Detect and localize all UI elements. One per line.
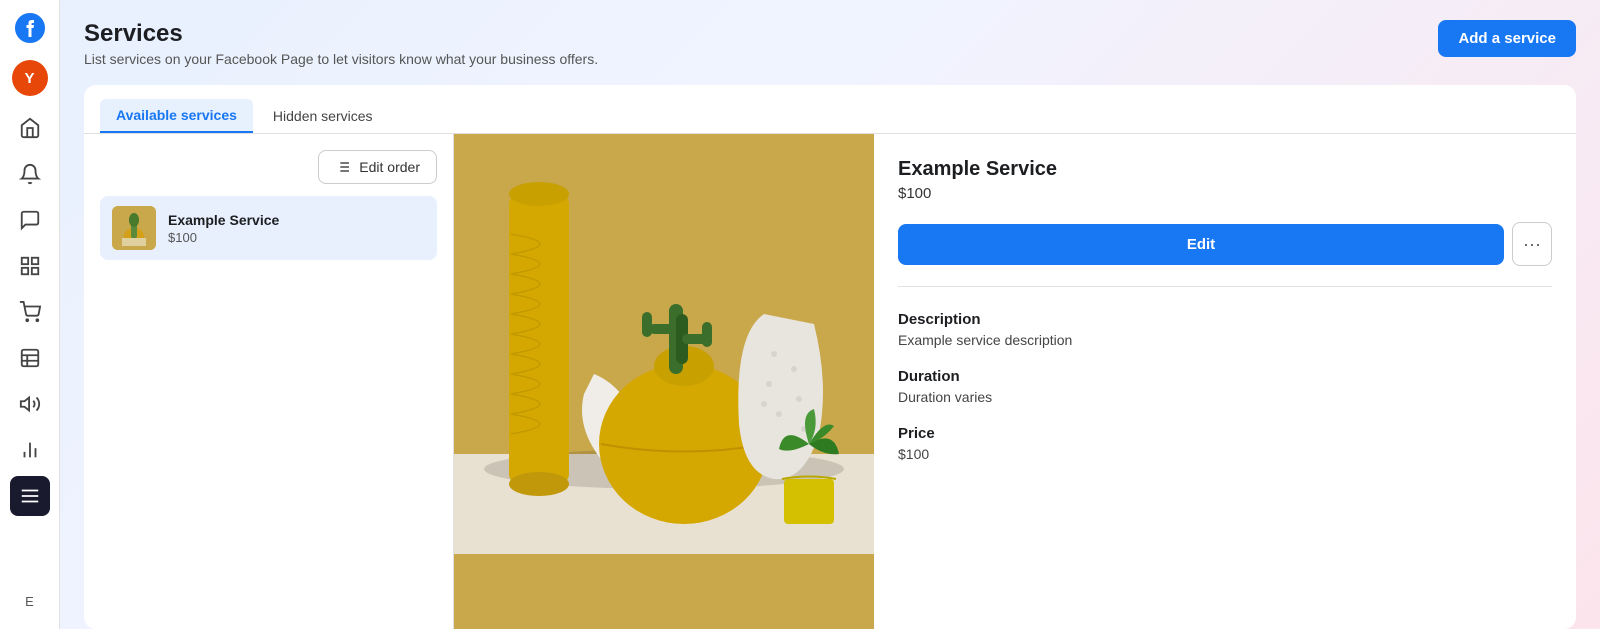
service-list-item[interactable]: Example Service $100 <box>100 196 437 260</box>
main-content: Services List services on your Facebook … <box>60 0 1600 629</box>
service-detail-price: $100 <box>898 185 1552 202</box>
action-row: Edit ··· <box>898 222 1552 287</box>
service-photo <box>454 134 874 554</box>
sidebar-item-notifications[interactable] <box>10 154 50 194</box>
service-detail-panel: Example Service $100 Edit ··· Descriptio… <box>454 134 1576 629</box>
service-thumbnail <box>112 206 156 250</box>
sidebar-item-menu[interactable] <box>10 476 50 516</box>
service-item-name: Example Service <box>168 212 425 228</box>
sidebar-bottom-initial: E <box>25 594 34 619</box>
services-panel: Available services Hidden services Edit … <box>84 85 1576 629</box>
tabs-bar: Available services Hidden services <box>84 85 1576 134</box>
thumbnail-image <box>112 206 156 250</box>
price-label: Price <box>898 425 1552 442</box>
service-list-panel: Edit order Example Service <box>84 134 454 629</box>
service-item-price: $100 <box>168 230 425 245</box>
page-header: Services List services on your Facebook … <box>84 20 1576 67</box>
sidebar-item-analytics[interactable] <box>10 430 50 470</box>
sidebar-item-home[interactable] <box>10 108 50 148</box>
description-label: Description <box>898 311 1552 328</box>
more-options-button[interactable]: ··· <box>1512 222 1552 266</box>
price-value: $100 <box>898 446 1552 462</box>
tab-hidden-services[interactable]: Hidden services <box>257 99 389 133</box>
list-icon <box>335 159 351 175</box>
duration-section: Duration Duration varies <box>898 368 1552 405</box>
service-detail-name: Example Service <box>898 158 1552 181</box>
description-section: Description Example service description <box>898 311 1552 348</box>
content-area: Edit order Example Service <box>84 134 1576 629</box>
sidebar-item-pages[interactable] <box>10 246 50 286</box>
price-section: Price $100 <box>898 425 1552 462</box>
tab-available-services[interactable]: Available services <box>100 99 253 133</box>
sidebar-item-table[interactable] <box>10 338 50 378</box>
sidebar-item-messages[interactable] <box>10 200 50 240</box>
sidebar-item-ads[interactable] <box>10 384 50 424</box>
duration-label: Duration <box>898 368 1552 385</box>
sidebar-item-shop[interactable] <box>10 292 50 332</box>
page-title: Services <box>84 20 598 48</box>
service-item-info: Example Service $100 <box>168 212 425 245</box>
service-image-area <box>454 134 874 629</box>
service-image <box>454 134 874 629</box>
header-text: Services List services on your Facebook … <box>84 20 598 67</box>
edit-service-button[interactable]: Edit <box>898 224 1504 265</box>
sidebar: Y E <box>0 0 60 629</box>
description-value: Example service description <box>898 332 1552 348</box>
meta-logo <box>12 10 48 46</box>
page-subtitle: List services on your Facebook Page to l… <box>84 51 598 67</box>
edit-order-button[interactable]: Edit order <box>318 150 437 184</box>
service-details: Example Service $100 Edit ··· Descriptio… <box>874 134 1576 629</box>
add-service-button[interactable]: Add a service <box>1438 20 1576 57</box>
duration-value: Duration varies <box>898 389 1552 405</box>
user-avatar[interactable]: Y <box>12 60 48 96</box>
